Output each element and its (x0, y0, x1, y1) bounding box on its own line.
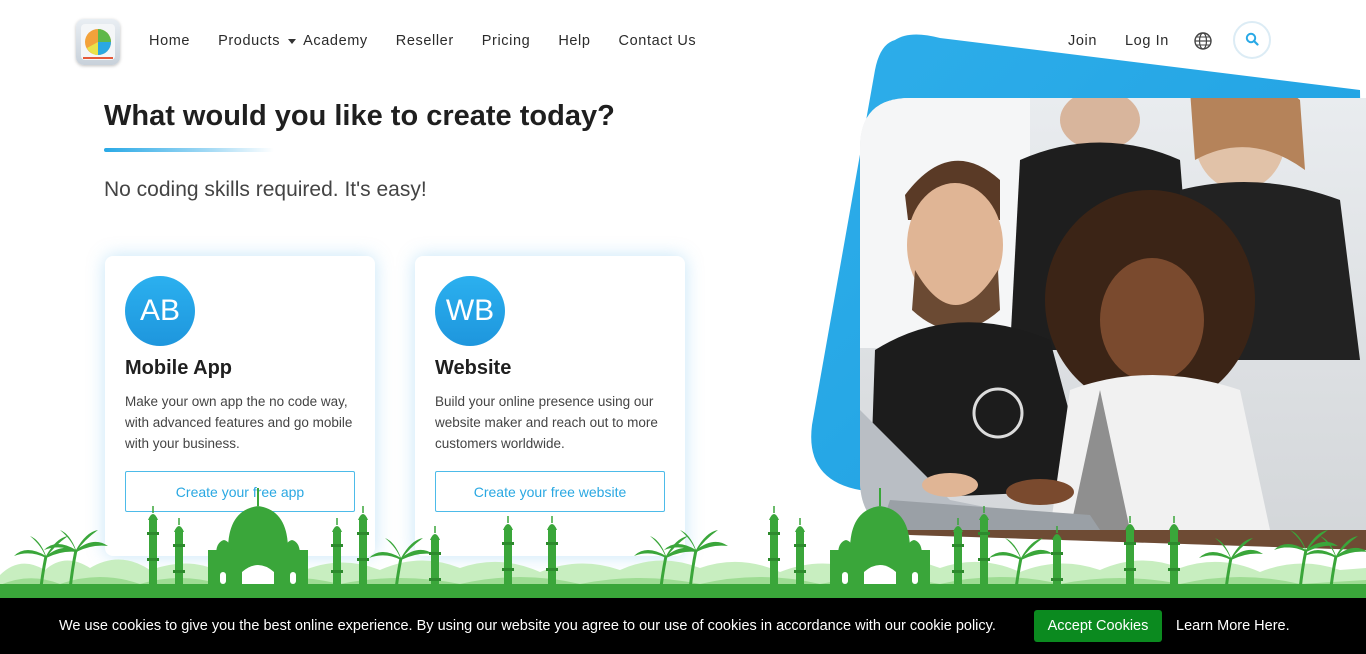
globe-icon[interactable] (1193, 31, 1213, 51)
cookie-banner: We use cookies to give you the best onli… (0, 598, 1366, 654)
card-description: Make your own app the no code way, with … (125, 394, 353, 451)
nav-products-label: Products (218, 33, 281, 49)
accept-cookies-button[interactable]: Accept Cookies (1034, 610, 1162, 642)
cookie-message: We use cookies to give you the best onli… (59, 618, 996, 634)
caret-down-icon (288, 38, 297, 44)
nav-help[interactable]: Help (558, 33, 590, 49)
nav-reseller[interactable]: Reseller (396, 33, 454, 49)
card-description: Build your online presence using our web… (435, 394, 658, 451)
card-badge: WB (435, 276, 505, 346)
page-title: What would you like to create today? (104, 100, 615, 132)
nav-home[interactable]: Home (149, 33, 190, 49)
join-link[interactable]: Join (1068, 33, 1097, 49)
page-subtitle: No coding skills required. It's easy! (104, 178, 427, 201)
nav-academy[interactable]: Academy (303, 33, 368, 49)
page: Home Products Academy Reseller Pricing H… (0, 0, 1366, 654)
login-link[interactable]: Log In (1125, 33, 1169, 49)
search-button[interactable] (1233, 21, 1271, 59)
learn-more-link[interactable]: Learn More Here. (1176, 618, 1290, 634)
pie-chart-logo-icon[interactable] (76, 19, 120, 65)
nav-pricing[interactable]: Pricing (482, 33, 531, 49)
main-nav: Home Products Academy Reseller Pricing H… (149, 33, 696, 49)
search-icon (1245, 32, 1259, 49)
title-underline (104, 148, 274, 152)
card-badge: AB (125, 276, 195, 346)
hero-photo (800, 30, 1366, 550)
nav-products[interactable]: Products (218, 33, 297, 49)
mosque-skyline-decoration (0, 480, 1366, 611)
nav-contact-us[interactable]: Contact Us (619, 33, 697, 49)
card-title: Website (435, 357, 512, 379)
card-title: Mobile App (125, 357, 233, 379)
